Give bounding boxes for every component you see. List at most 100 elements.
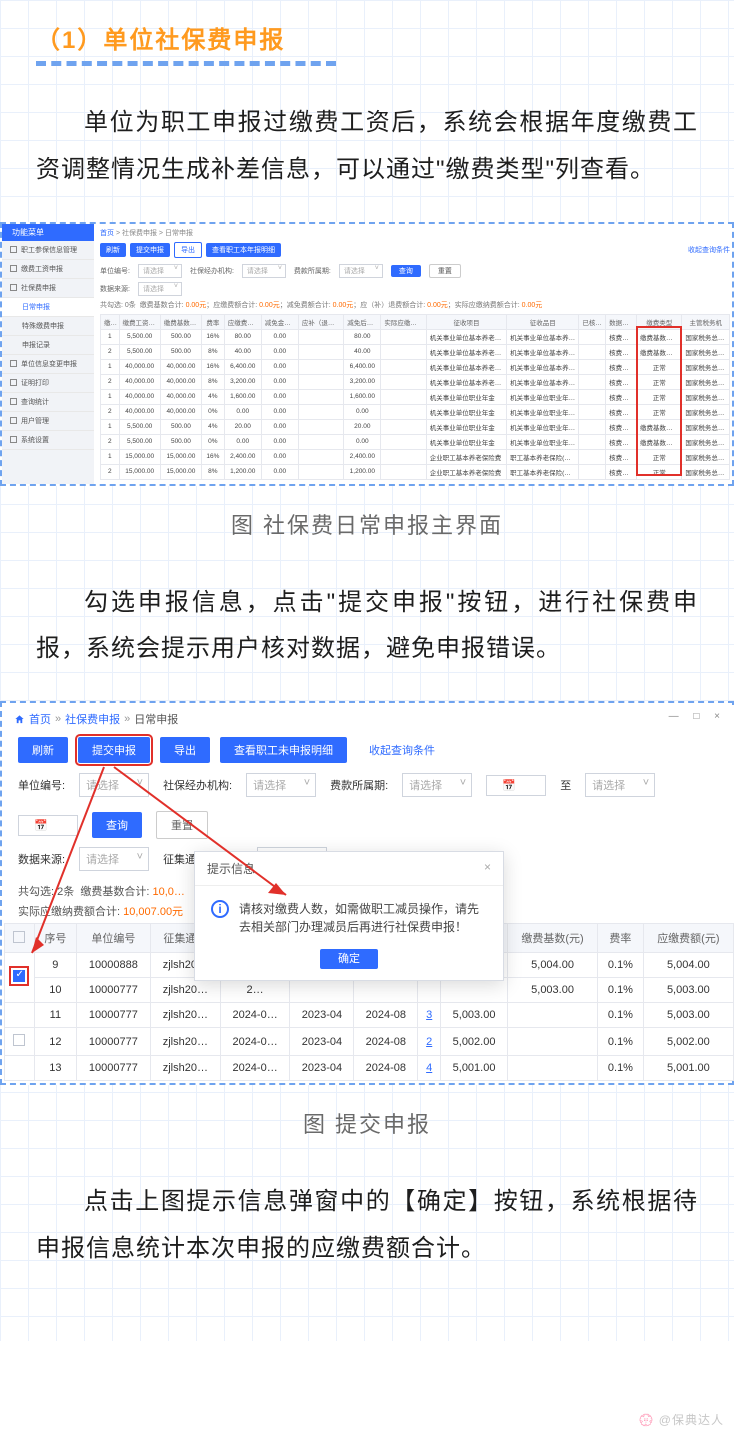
cell: 2024-0… <box>220 1056 290 1081</box>
reset-button-2[interactable]: 重置 <box>156 811 208 839</box>
screenshot-2-frame: — □ × 首页 » 社保费申报 » 日常申报 刷新 提交申报 导出 查看职工未… <box>0 701 734 1085</box>
org-select[interactable]: 请选择 <box>242 264 286 278</box>
sidebar-item[interactable]: 社保费申报 <box>2 279 94 298</box>
export-button-2[interactable]: 导出 <box>160 737 210 763</box>
submit-button-2[interactable]: 提交申报 <box>78 737 150 763</box>
cell <box>298 404 343 419</box>
col-header: 征收项目 <box>426 314 506 329</box>
sidebar-subitem[interactable]: 日常申报 <box>2 298 94 317</box>
sidebar-item[interactable]: 缴费工资申报 <box>2 260 94 279</box>
table-row[interactable]: 1310000777zjlsh20…2024-0…2023-042024-084… <box>5 1056 734 1081</box>
source-select-2[interactable]: 请选择 <box>79 847 149 871</box>
source-label: 数据来源: <box>100 284 130 294</box>
cell <box>298 344 343 359</box>
org-select-2[interactable]: 请选择 <box>246 773 316 797</box>
paragraph-1: 单位为职工申报过缴费工资后，系统会根据年度缴费工资调整情况生成补差信息，可以通过… <box>36 100 698 194</box>
view-detail-button-2[interactable]: 查看职工未申报明细 <box>220 737 347 763</box>
cell: 1,600.00 <box>344 389 381 404</box>
cell: 机关事业单位基本养老保险费 <box>426 344 506 359</box>
sidebar-item[interactable]: 查询统计 <box>2 393 94 412</box>
table-row[interactable]: 1110000777zjlsh20…2024-0…2023-042024-083… <box>5 1003 734 1028</box>
cell: 5,001.00 <box>643 1056 733 1081</box>
cell: 10000777 <box>76 1003 150 1028</box>
close-icon[interactable]: × <box>484 860 491 877</box>
cell: zjlsh20… <box>150 1056 220 1081</box>
cell: 40.00 <box>224 344 261 359</box>
cell: 0.00 <box>224 434 261 449</box>
query-button-2[interactable]: 查询 <box>92 812 142 838</box>
cell: 12 <box>34 1028 76 1056</box>
cell: 核费生成 <box>606 374 637 389</box>
sum-base-label: 缴费基数合计: <box>80 886 149 898</box>
refresh-button[interactable]: 刷新 <box>100 243 126 257</box>
reset-button[interactable]: 重置 <box>429 264 461 278</box>
submit-button[interactable]: 提交申报 <box>130 243 170 257</box>
cell: 1 <box>101 359 120 374</box>
cell: 0.00 <box>261 419 298 434</box>
period-to[interactable]: 请选择 <box>585 773 655 797</box>
cell: 8% <box>202 344 225 359</box>
cell: 国家税务总局厦门市翔 <box>682 449 730 464</box>
cell: 5,003.00 <box>507 978 597 1003</box>
sidebar-item[interactable]: 单位信息变更申报 <box>2 355 94 374</box>
cell: 机关事业单位基本养老保险费 <box>426 374 506 389</box>
export-button[interactable]: 导出 <box>174 242 202 258</box>
period-to-date[interactable]: 📅 <box>18 815 78 836</box>
col-header: 缴费基数(元) <box>507 924 597 953</box>
period-from-date[interactable]: 📅 <box>486 775 546 796</box>
cell: 国家税务总局厦门市翔 <box>682 464 730 479</box>
cell: 机关事业单位职业年金 <box>426 419 506 434</box>
cell: 2,400.00 <box>344 449 381 464</box>
period-from[interactable]: 请选择 <box>402 773 472 797</box>
cell: 80.00 <box>344 329 381 344</box>
cell: 40,000.00 <box>119 359 160 374</box>
cell <box>381 434 426 449</box>
unit-label: 单位编号: <box>100 266 130 276</box>
source-select[interactable]: 请选择 <box>138 282 182 296</box>
crumb-home-2[interactable]: 首页 <box>29 711 51 727</box>
sidebar-item[interactable]: 证明打印 <box>2 374 94 393</box>
collapse-link-2[interactable]: 收起查询条件 <box>369 742 435 758</box>
cell: 6,400.00 <box>344 359 381 374</box>
refresh-button-2[interactable]: 刷新 <box>18 737 68 763</box>
sidebar-item[interactable]: 系统设置 <box>2 431 94 450</box>
count-link[interactable]: 2 <box>418 1028 441 1056</box>
count-link[interactable]: 4 <box>418 1056 441 1081</box>
unit-select[interactable]: 请选择 <box>138 264 182 278</box>
cell <box>381 419 426 434</box>
row-checkbox[interactable] <box>13 970 25 982</box>
table-row[interactable]: 1210000777zjlsh20…2024-0…2023-042024-082… <box>5 1028 734 1056</box>
crumb-home[interactable]: 首页 <box>100 230 114 237</box>
cell: 6,400.00 <box>224 359 261 374</box>
window-buttons[interactable]: — □ × <box>669 711 726 722</box>
unit-select-2[interactable]: 请选择 <box>79 773 149 797</box>
caption-2: 图 提交申报 <box>0 1107 734 1139</box>
cell: 机关事业单位基本养老保… <box>507 329 579 344</box>
cell: 40.00 <box>344 344 381 359</box>
screenshot-2: — □ × 首页 » 社保费申报 » 日常申报 刷新 提交申报 导出 查看职工未… <box>4 705 734 1081</box>
collapse-link[interactable]: 收起查询条件 <box>688 245 730 255</box>
cell: 2024-08 <box>354 1028 418 1056</box>
query-button[interactable]: 查询 <box>391 265 421 277</box>
sidebar-item[interactable]: 职工参保信息管理 <box>2 241 94 260</box>
sidebar-subitem[interactable]: 申报记录 <box>2 336 94 355</box>
cell <box>290 978 354 1003</box>
cell <box>5 1028 35 1056</box>
cell: 核费生成 <box>606 434 637 449</box>
confirm-button[interactable]: 确定 <box>320 949 378 969</box>
table-row[interactable]: 1010000777zjlsh20…2…5,003.000.1%5,003.00 <box>5 978 734 1003</box>
home-icon[interactable] <box>14 714 25 725</box>
sidebar-header: 功能菜单 <box>2 224 94 241</box>
cell: 0.00 <box>261 389 298 404</box>
count-link[interactable]: 3 <box>418 1003 441 1028</box>
crumb-mid[interactable]: 社保费申报 <box>122 230 157 237</box>
view-detail-button[interactable]: 查看职工本年报明细 <box>206 243 281 257</box>
cell <box>298 329 343 344</box>
period-select[interactable]: 请选择 <box>339 264 383 278</box>
select-all-checkbox[interactable] <box>13 931 25 943</box>
sidebar-item[interactable]: 用户管理 <box>2 412 94 431</box>
cell: 1 <box>101 449 120 464</box>
sidebar-subitem[interactable]: 特殊缴费申报 <box>2 317 94 336</box>
crumb-mid-2[interactable]: 社保费申报 <box>65 711 120 727</box>
row-checkbox[interactable] <box>13 1034 25 1046</box>
